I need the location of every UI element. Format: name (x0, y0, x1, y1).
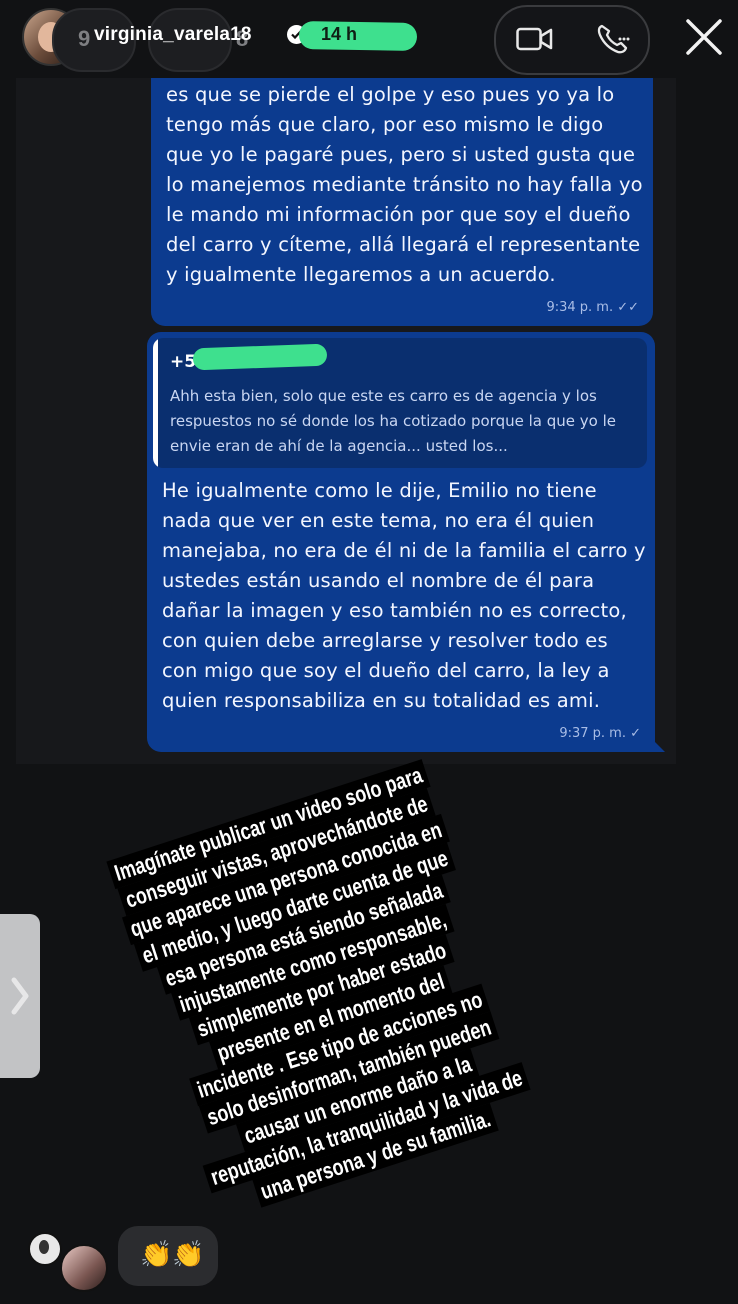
video-camera-icon[interactable] (516, 25, 554, 58)
redaction-highlight (192, 343, 328, 371)
chat-bubble-1: es que se pierde el golpe y eso pues yo … (151, 78, 653, 326)
quoted-message: +5 Ahh esta bien, solo que este es carro… (153, 338, 647, 468)
story-screen: 9 8 virginia_varela18 14 h es que se pie… (0, 0, 738, 1304)
clapping-hands-emoji: 👏👏 (140, 1240, 205, 1270)
quoted-sender-number: +5 (170, 352, 197, 372)
close-icon[interactable] (682, 15, 726, 59)
post-time: 14 h (321, 24, 358, 44)
previous-story-tab[interactable] (0, 914, 40, 1078)
chat-message-2-text: He igualmente como le dije, Emilio no ti… (162, 479, 646, 712)
chat-message-1-text: es que se pierde el golpe y eso pues yo … (166, 83, 643, 286)
chat-message-1-time: 9:34 p. m. ✓✓ (546, 300, 639, 315)
story-text-overlay: Imagínate publicar un video solo para co… (40, 738, 620, 1292)
chat-bubble-2: +5 Ahh esta bien, solo que este es carro… (147, 332, 665, 752)
reactor-avatar-2[interactable] (60, 1244, 108, 1292)
embedded-chat-screenshot: es que se pierde el golpe y eso pues yo … (16, 78, 676, 764)
phone-icon[interactable] (596, 23, 630, 60)
quote-bar (153, 338, 158, 468)
quoted-message-text: Ahh esta bien, solo que este es carro es… (170, 387, 616, 455)
call-buttons-container (494, 5, 650, 75)
ghost-text-left: 9 (78, 26, 91, 51)
emoji-reaction-bubble[interactable]: 👏👏 (118, 1226, 218, 1286)
chat-message-2-time: 9:37 p. m. ✓ (559, 726, 641, 741)
username[interactable]: virginia_varela18 (94, 24, 252, 46)
time-highlight (298, 20, 418, 52)
reactor-avatar-1[interactable] (28, 1232, 62, 1266)
